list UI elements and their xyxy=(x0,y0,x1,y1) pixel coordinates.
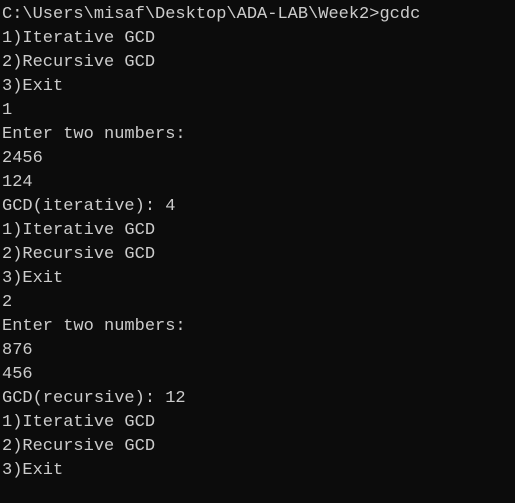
menu-option-exit: 3)Exit xyxy=(2,269,64,288)
user-input-number: 2456 xyxy=(2,149,43,168)
input-prompt: Enter two numbers: xyxy=(2,125,186,144)
gcd-result: GCD(iterative): 4 xyxy=(2,197,176,216)
input-prompt: Enter two numbers: xyxy=(2,317,186,336)
user-input-number: 456 xyxy=(2,365,33,384)
menu-option-exit: 3)Exit xyxy=(2,77,64,96)
menu-option-recursive: 2)Recursive GCD xyxy=(2,53,156,72)
menu-option-iterative: 1)Iterative GCD xyxy=(2,413,156,432)
menu-option-iterative: 1)Iterative GCD xyxy=(2,29,156,48)
menu-option-recursive: 2)Recursive GCD xyxy=(2,437,156,456)
menu-option-iterative: 1)Iterative GCD xyxy=(2,221,156,240)
user-input-choice: 2 xyxy=(2,293,13,312)
command-prompt-line: C:\Users\misaf\Desktop\ADA-LAB\Week2>gcd… xyxy=(2,5,421,24)
user-input-number: 876 xyxy=(2,341,33,360)
gcd-result: GCD(recursive): 12 xyxy=(2,389,186,408)
user-input-choice: 1 xyxy=(2,101,13,120)
console-window[interactable]: C:\Users\misaf\Desktop\ADA-LAB\Week2>gcd… xyxy=(0,0,515,503)
menu-option-exit: 3)Exit xyxy=(2,461,64,480)
user-input-number: 124 xyxy=(2,173,33,192)
menu-option-recursive: 2)Recursive GCD xyxy=(2,245,156,264)
